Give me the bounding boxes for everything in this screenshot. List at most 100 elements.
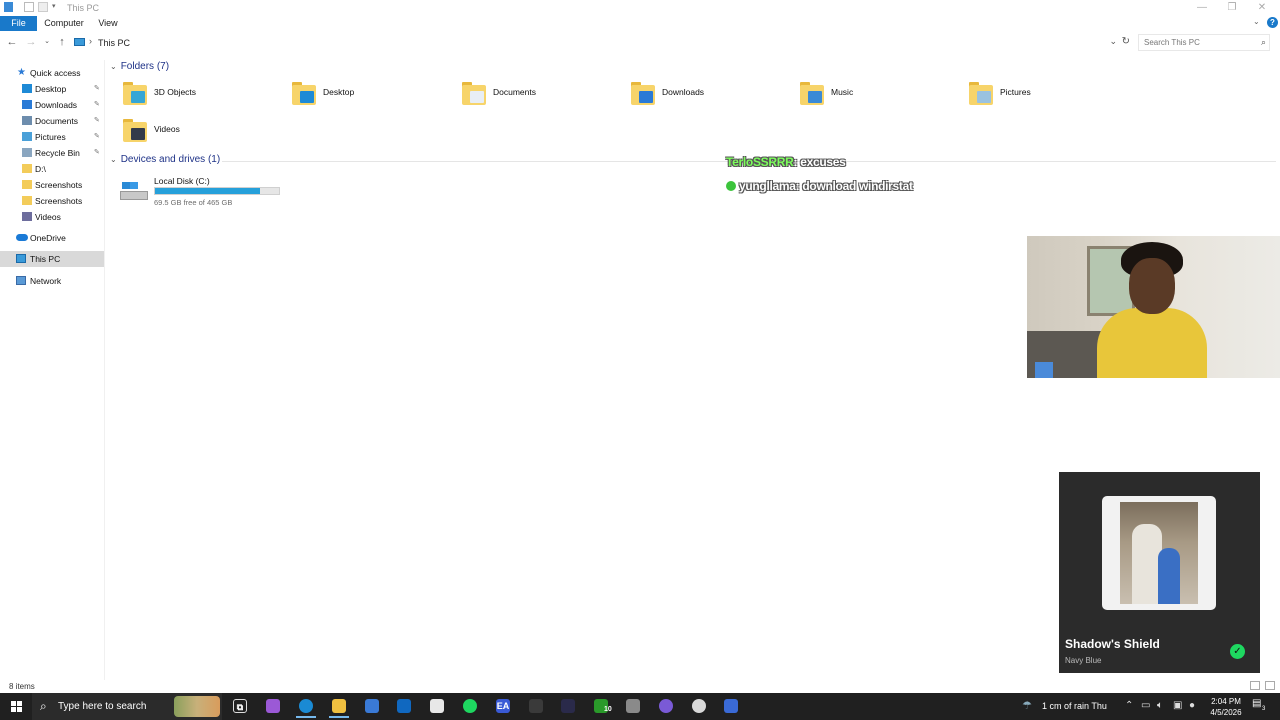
network-tray-icon[interactable]: ▣ xyxy=(1173,700,1182,711)
nav-this-pc[interactable]: This PC xyxy=(0,251,104,267)
taskbar-search[interactable]: ⌕ Type here to search xyxy=(32,693,222,720)
nav-item[interactable]: Pictures ✎ xyxy=(0,129,104,145)
folder-name: 3D Objects xyxy=(154,87,197,97)
details-view-icon[interactable] xyxy=(1250,681,1260,690)
copilot-icon[interactable] xyxy=(266,699,280,713)
tab-computer[interactable]: Computer xyxy=(42,16,86,31)
new-folder-icon[interactable] xyxy=(38,2,48,12)
pin-icon: ✎ xyxy=(94,85,100,92)
nav-label: Quick access xyxy=(30,68,81,78)
microphone-icon[interactable]: ● xyxy=(1189,700,1195,711)
quick-access-dropdown-icon[interactable]: ▾ xyxy=(52,2,62,12)
folder-tile[interactable]: Videos xyxy=(123,118,283,152)
search-highlight-image xyxy=(174,696,220,717)
nav-item[interactable]: Screenshots xyxy=(0,177,104,193)
vpn-icon[interactable] xyxy=(724,699,738,713)
clock-date: 4/5/2026 xyxy=(1210,708,1242,717)
taskbar-search-input[interactable]: Type here to search xyxy=(58,701,146,712)
tab-file[interactable]: File xyxy=(0,16,37,31)
folder-name: Videos xyxy=(154,124,180,134)
folders-group-header[interactable]: ⌄ Folders (7) xyxy=(110,61,169,75)
meet-now-icon[interactable]: ▭ xyxy=(1141,700,1150,711)
start-button[interactable] xyxy=(0,693,32,720)
up-icon[interactable]: ↑ xyxy=(55,35,69,49)
obs-icon[interactable] xyxy=(529,699,543,713)
nav-label: Network xyxy=(30,276,62,286)
steam-icon[interactable] xyxy=(626,699,640,713)
nav-network[interactable]: Network xyxy=(0,273,104,289)
clock[interactable]: 2:04 PM 4/5/2026 xyxy=(1204,696,1248,718)
folder-tile[interactable]: Pictures xyxy=(969,81,1129,115)
forward-icon[interactable]: → xyxy=(24,35,38,49)
breadcrumb-this-pc[interactable]: This PC xyxy=(98,38,130,48)
properties-icon[interactable] xyxy=(24,2,34,12)
saved-check-icon: ✓ xyxy=(1230,644,1245,659)
edge-icon[interactable] xyxy=(296,699,316,718)
close-button[interactable]: ✕ xyxy=(1246,0,1278,16)
nav-item[interactable]: Desktop ✎ xyxy=(0,81,104,97)
chat-text: : download windirstat xyxy=(795,179,913,193)
search-box[interactable]: Search This PC ⌕ xyxy=(1138,34,1270,51)
large-icons-view-icon[interactable] xyxy=(1265,681,1275,690)
folder-tile[interactable]: Documents xyxy=(462,81,622,115)
drive-local-disk-c[interactable]: Local Disk (C:) 69.5 GB free of 465 GB xyxy=(120,174,290,207)
back-icon[interactable]: ← xyxy=(5,35,19,49)
recycle-bin-icon xyxy=(22,148,32,157)
breadcrumb-separator[interactable]: › xyxy=(89,36,92,46)
folder-tile[interactable]: Music xyxy=(800,81,960,115)
star-icon: ★ xyxy=(17,67,26,78)
nav-label: Downloads xyxy=(35,100,78,110)
windows-logo-icon xyxy=(17,701,22,706)
nav-item[interactable]: Recycle Bin ✎ xyxy=(0,145,104,161)
nav-label: Screenshots xyxy=(35,180,83,190)
collapse-chevron-icon[interactable]: ⌄ xyxy=(110,155,117,164)
collapse-chevron-icon[interactable]: ⌄ xyxy=(110,62,117,71)
task-view-icon[interactable]: ⧉ xyxy=(233,699,247,713)
help-icon[interactable]: ? xyxy=(1267,17,1278,28)
maximize-button[interactable]: ❐ xyxy=(1216,0,1248,16)
recent-locations-icon[interactable]: ⌄ xyxy=(40,35,54,49)
windows-logo-icon xyxy=(11,701,16,706)
address-bar[interactable]: › This PC ⌄ ↻ xyxy=(70,34,1134,51)
discord-icon[interactable] xyxy=(659,699,673,713)
nav-label: This PC xyxy=(30,254,61,264)
status-bar: 8 items xyxy=(0,680,1280,693)
drive-usage-bar xyxy=(154,187,280,195)
nav-item[interactable]: Downloads ✎ xyxy=(0,97,104,113)
ribbon-expand-icon[interactable]: ⌄ xyxy=(1253,17,1260,26)
download-icon xyxy=(22,100,32,109)
nav-item[interactable]: Videos xyxy=(0,209,104,225)
volume-icon[interactable]: 🔈︎ xyxy=(1157,700,1163,711)
folder-icon xyxy=(22,164,32,173)
ea-icon[interactable]: EA xyxy=(496,699,510,713)
cloud-icon xyxy=(16,234,28,241)
folder-tile[interactable]: Downloads xyxy=(631,81,791,115)
refresh-icon[interactable]: ↻ xyxy=(1122,36,1130,47)
drives-group-header[interactable]: ⌄ Devices and drives (1) xyxy=(110,154,220,168)
nav-item[interactable]: Screenshots xyxy=(0,193,104,209)
chrome-icon[interactable] xyxy=(692,699,706,713)
folder-tile[interactable]: 3D Objects xyxy=(123,81,283,115)
nav-item[interactable]: Documents ✎ xyxy=(0,113,104,129)
pictures-folder-icon xyxy=(969,81,997,107)
show-hidden-icons-icon[interactable]: ⌃ xyxy=(1125,700,1133,711)
store-icon[interactable] xyxy=(365,699,379,713)
weather-text[interactable]: 1 cm of rain Thu xyxy=(1042,701,1107,711)
chat-badge-icon xyxy=(726,181,736,191)
window-title: This PC xyxy=(67,3,100,13)
folder-tile[interactable]: Desktop xyxy=(292,81,452,115)
search-input[interactable]: Search This PC xyxy=(1144,38,1200,47)
outlook-icon[interactable] xyxy=(397,699,411,713)
music-folder-icon xyxy=(800,81,828,107)
minimize-button[interactable]: — xyxy=(1186,0,1218,16)
address-dropdown-icon[interactable]: ⌄ xyxy=(1109,36,1117,47)
file-explorer-icon[interactable] xyxy=(329,699,349,718)
nav-quick-access[interactable]: ★ Quick access xyxy=(0,65,104,81)
notification-count: 3 xyxy=(1262,706,1266,712)
notepad-icon[interactable] xyxy=(430,699,444,713)
nav-item[interactable]: D:\ xyxy=(0,161,104,177)
tab-view[interactable]: View xyxy=(96,16,120,31)
spotify-icon[interactable] xyxy=(463,699,477,713)
cursor-app-icon[interactable] xyxy=(561,699,575,713)
nav-onedrive[interactable]: OneDrive xyxy=(0,230,104,246)
